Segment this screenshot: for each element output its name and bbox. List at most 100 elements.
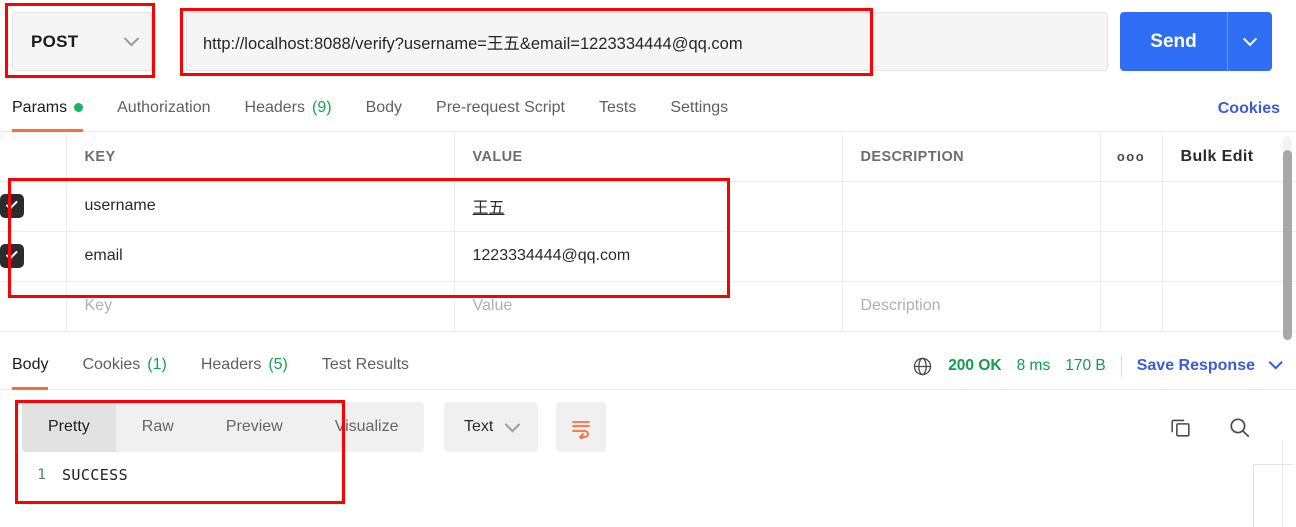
row-more-cell: [1100, 231, 1163, 282]
response-body-text: SUCCESS: [62, 466, 129, 484]
send-button[interactable]: Send: [1120, 12, 1272, 71]
url-row: POST http://localhost:8088/verify?userna…: [0, 0, 1296, 86]
viewer-mode-raw[interactable]: Raw: [116, 402, 200, 452]
row-key-cell[interactable]: username: [66, 181, 455, 232]
viewer-mode-group: Pretty Raw Preview Visualize: [22, 402, 425, 452]
code-line: 1 SUCCESS: [0, 466, 128, 484]
response-format-selector[interactable]: Text: [444, 402, 539, 452]
placeholder-value-text: Value: [472, 297, 513, 314]
word-wrap-button[interactable]: [556, 402, 606, 452]
globe-icon: [913, 357, 932, 375]
status-divider: [1120, 355, 1122, 377]
cookies-link[interactable]: Cookies: [1218, 86, 1280, 132]
table-row-placeholder[interactable]: Key Value Description: [0, 281, 1296, 332]
tab-settings-label: Settings: [670, 98, 729, 116]
params-scrollbar[interactable]: [1283, 136, 1292, 341]
tab-authorization[interactable]: Authorization: [117, 86, 210, 132]
row-more-cell: [1100, 181, 1163, 232]
tab-tests-label: Tests: [598, 98, 637, 116]
tab-params-label: Params: [12, 98, 68, 116]
response-tab-headers-count: (5): [268, 355, 288, 373]
send-options-button[interactable]: [1228, 12, 1272, 71]
chevron-down-icon: [505, 416, 521, 432]
row-checkbox-cell[interactable]: [0, 181, 67, 232]
placeholder-more-cell: [1100, 281, 1163, 332]
response-tab-cookies[interactable]: Cookies (1): [82, 342, 166, 390]
tab-settings[interactable]: Settings: [670, 86, 728, 132]
chevron-down-icon[interactable]: [1268, 355, 1283, 370]
url-input[interactable]: http://localhost:8088/verify?username=王五…: [186, 12, 1108, 71]
postman-request-response-view: POST http://localhost:8088/verify?userna…: [0, 0, 1296, 527]
placeholder-key-text: Key: [84, 297, 113, 314]
row-value-cell[interactable]: 1223334444@qq.com: [454, 231, 843, 282]
placeholder-value-cell[interactable]: Value: [454, 281, 843, 332]
status-code: 200 OK: [948, 357, 1002, 374]
response-tab-cookies-count: (1): [147, 355, 167, 373]
save-response-button[interactable]: Save Response: [1137, 357, 1255, 375]
tab-headers[interactable]: Headers (9): [245, 86, 332, 132]
response-viewer-toolbar: Pretty Raw Preview Visualize Text: [0, 402, 1296, 452]
response-actions: [1168, 402, 1252, 452]
placeholder-trailing-cell: [1162, 281, 1296, 332]
tab-params[interactable]: Params: [12, 86, 84, 132]
chevron-down-icon: [1242, 31, 1258, 46]
viewer-mode-preview[interactable]: Preview: [200, 402, 309, 452]
tab-tests[interactable]: Tests: [599, 86, 636, 132]
table-row[interactable]: email 1223334444@qq.com: [0, 231, 1296, 282]
row-value-cell[interactable]: 王五: [454, 181, 843, 232]
response-tab-test-results-label: Test Results: [321, 355, 410, 373]
status-time: 8 ms: [1016, 357, 1051, 374]
response-tab-test-results[interactable]: Test Results: [322, 342, 409, 390]
header-key: KEY: [66, 133, 455, 182]
response-tab-body[interactable]: Body: [12, 342, 49, 390]
header-value: VALUE: [454, 133, 843, 182]
right-panel-edge: [1282, 440, 1283, 527]
word-wrap-icon: [572, 421, 590, 439]
row-value-text: 1223334444@qq.com: [472, 247, 631, 264]
response-format-label: Text: [464, 418, 494, 435]
params-table-container: KEY VALUE DESCRIPTION ooo Bulk Edit user…: [0, 133, 1296, 341]
tab-headers-label: Headers: [244, 98, 305, 116]
response-tab-headers[interactable]: Headers (5): [201, 342, 288, 390]
chevron-down-icon: [123, 30, 140, 47]
tab-authorization-label: Authorization: [117, 98, 211, 116]
placeholder-key-cell[interactable]: Key: [66, 281, 455, 332]
response-tab-cookies-label: Cookies: [82, 355, 141, 373]
viewer-mode-pretty[interactable]: Pretty: [22, 402, 116, 452]
row-description-cell[interactable]: [842, 181, 1101, 232]
checkbox-checked-icon[interactable]: [0, 194, 24, 218]
ooo-icon: ooo: [1116, 148, 1146, 164]
placeholder-checkbox-cell: [0, 281, 67, 332]
tab-body[interactable]: Body: [366, 86, 402, 132]
row-description-cell[interactable]: [842, 231, 1101, 282]
row-key-cell[interactable]: email: [66, 231, 455, 282]
params-table-body: username 王五 email 1223334444@qq.com Key …: [0, 181, 1296, 332]
row-trailing-cell: [1162, 231, 1296, 282]
response-tab-body-label: Body: [12, 355, 49, 373]
params-scrollbar-thumb[interactable]: [1283, 150, 1292, 340]
tab-body-label: Body: [365, 98, 403, 116]
row-value-text: 王五: [472, 200, 505, 217]
row-checkbox-cell[interactable]: [0, 231, 67, 282]
placeholder-description-text: Description: [860, 297, 941, 314]
bulk-edit-label: Bulk Edit: [1180, 147, 1254, 165]
header-more-options-button[interactable]: ooo: [1100, 133, 1163, 182]
checkbox-checked-icon[interactable]: [0, 244, 24, 268]
bulk-edit-button[interactable]: Bulk Edit: [1162, 133, 1296, 182]
viewer-mode-visualize[interactable]: Visualize: [309, 402, 425, 452]
table-row[interactable]: username 王五: [0, 181, 1296, 232]
url-text: http://localhost:8088/verify?username=王五…: [203, 34, 743, 53]
tab-pre-request-script-label: Pre-request Script: [436, 98, 565, 116]
method-selector[interactable]: POST: [12, 12, 152, 71]
placeholder-description-cell[interactable]: Description: [842, 281, 1101, 332]
copy-icon[interactable]: [1168, 415, 1193, 440]
response-body-viewer[interactable]: 1 SUCCESS: [0, 452, 1296, 527]
tab-pre-request-script[interactable]: Pre-request Script: [436, 86, 565, 132]
method-label: POST: [31, 31, 79, 51]
send-label: Send: [1150, 30, 1197, 52]
header-checkbox-col: [0, 133, 67, 182]
request-tabs: Params Authorization Headers (9) Body Pr…: [0, 86, 1296, 132]
search-icon[interactable]: [1227, 415, 1252, 440]
row-key-text: email: [84, 247, 123, 264]
tab-headers-count: (9): [312, 98, 332, 116]
